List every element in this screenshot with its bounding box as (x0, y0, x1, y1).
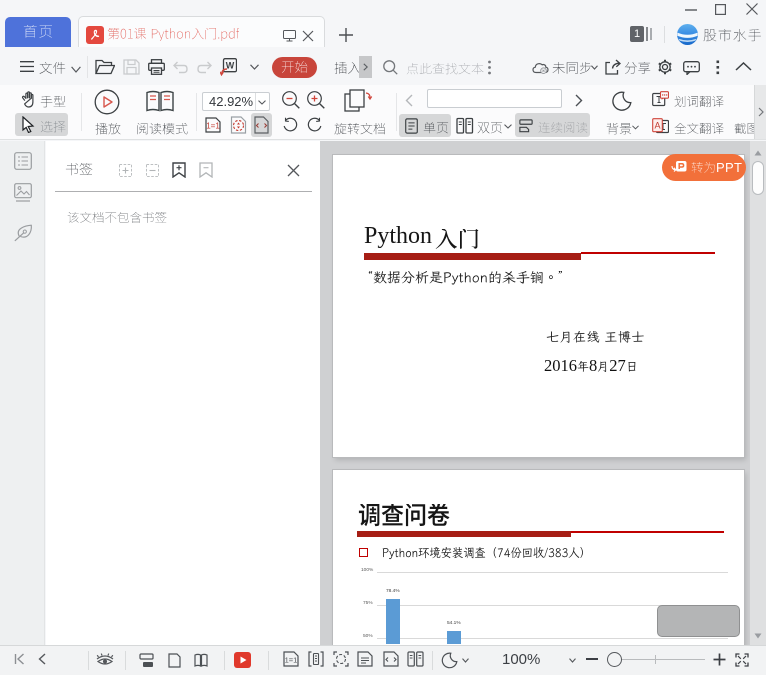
svg-text:1=1: 1=1 (206, 122, 220, 131)
svg-text:1=1: 1=1 (285, 656, 298, 665)
svg-text:A: A (654, 121, 660, 131)
svg-text:W: W (226, 61, 235, 71)
